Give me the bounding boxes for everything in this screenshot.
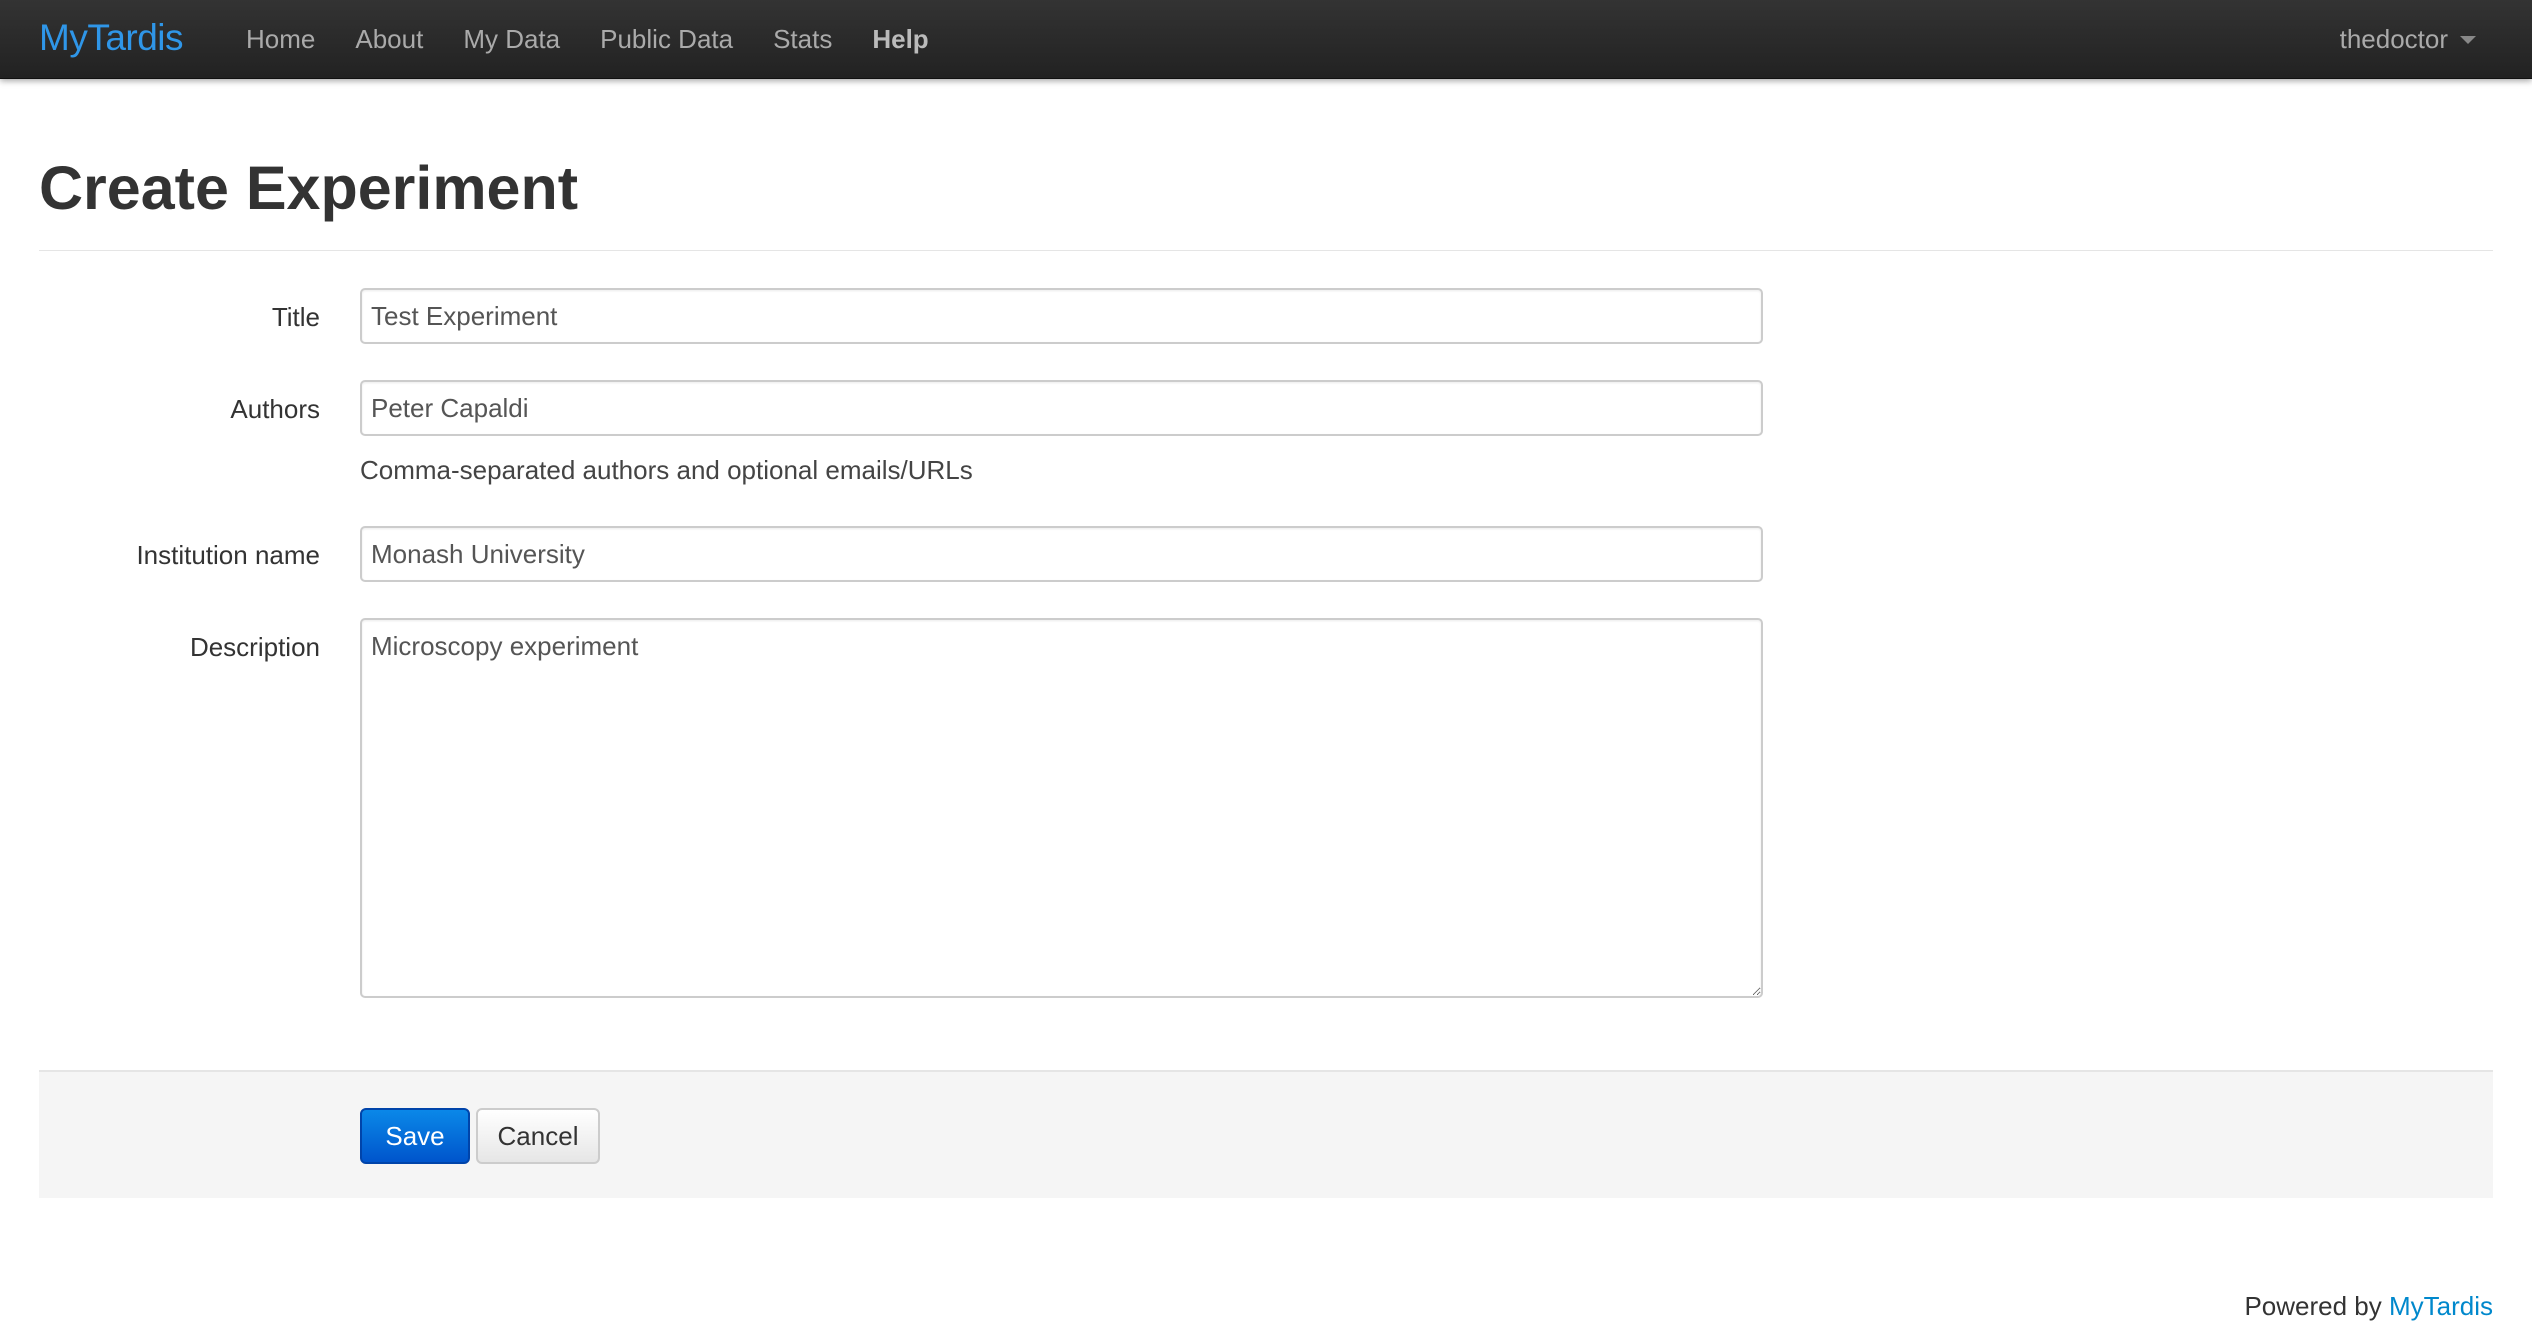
top-navbar: MyTardis Home About My Data Public Data … (0, 0, 2532, 79)
title-input[interactable] (360, 288, 1763, 344)
institution-input[interactable] (360, 526, 1763, 582)
nav-stats-link[interactable]: Stats (753, 0, 852, 79)
title-label: Title (271, 302, 320, 332)
footer-mytardis-link[interactable]: MyTardis (2389, 1291, 2493, 1321)
institution-label: Institution name (136, 540, 320, 570)
form-actions: Save Cancel (39, 1070, 2493, 1198)
footer: Powered by MyTardis (2244, 1291, 2493, 1322)
footer-powered-by-text: Powered by (2244, 1291, 2382, 1321)
authors-label: Authors (230, 394, 320, 424)
cancel-button[interactable]: Cancel (476, 1108, 600, 1164)
nav-public-data-link[interactable]: Public Data (580, 0, 753, 79)
main-nav: Home About My Data Public Data Stats Hel… (226, 0, 949, 79)
authors-input[interactable] (360, 380, 1763, 436)
nav-home-link[interactable]: Home (226, 0, 335, 79)
page-title: Create Experiment (39, 154, 579, 222)
nav-my-data-link[interactable]: My Data (443, 0, 580, 79)
nav-about-link[interactable]: About (335, 0, 443, 79)
caret-down-icon (2460, 35, 2476, 44)
username-label: thedoctor (2339, 24, 2448, 54)
description-textarea[interactable]: Microscopy experiment (360, 618, 1763, 998)
nav-help-link[interactable]: Help (852, 0, 948, 79)
title-divider (39, 250, 2493, 251)
authors-help-text: Comma-separated authors and optional ema… (360, 455, 973, 485)
description-label: Description (189, 632, 320, 662)
brand-logo-link[interactable]: MyTardis (39, 14, 184, 62)
save-button[interactable]: Save (360, 1108, 470, 1164)
user-menu-dropdown[interactable]: thedoctor (2340, 0, 2476, 79)
